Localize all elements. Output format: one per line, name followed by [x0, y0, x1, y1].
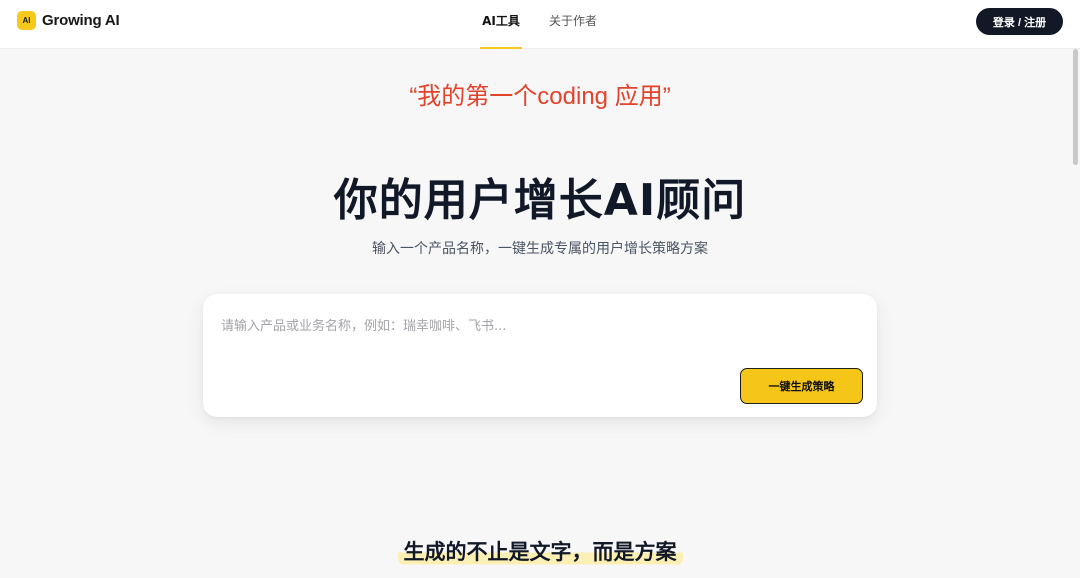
login-register-button[interactable]: 登录 / 注册: [976, 8, 1063, 35]
hero-title: 你的用户增长AI顾问: [333, 175, 747, 226]
hero-subtitle: 输入一个产品名称，一键生成专属的用户增长策略方案: [372, 241, 708, 257]
nav-tab-about-author-label: 关于作者: [548, 14, 597, 28]
nav-tab-ai-tools-label: AI工具: [482, 14, 520, 28]
top-navbar: AI Growing AI AI工具 关于作者 登录 / 注册: [0, 0, 1080, 49]
active-tab-underline: [480, 47, 522, 49]
page: AI Growing AI AI工具 关于作者 登录 / 注册 “我的第一个co…: [0, 0, 1080, 578]
section-heading: 生成的不止是文字，而是方案: [0, 536, 1080, 566]
section-heading-text: 生成的不止是文字，而是方案: [397, 536, 683, 566]
logo-badge: AI: [17, 11, 36, 30]
hero-tagline: “我的第一个coding 应用”: [409, 83, 671, 110]
generate-strategy-button[interactable]: 一键生成策略: [740, 368, 863, 404]
nav-tab-ai-tools[interactable]: AI工具: [480, 0, 522, 49]
brand-name: Growing AI: [42, 12, 120, 29]
product-input-card: 一键生成策略: [203, 294, 877, 417]
nav-tab-about-author[interactable]: 关于作者: [547, 0, 599, 49]
scrollbar[interactable]: [1071, 49, 1080, 578]
main-nav: AI工具 关于作者: [0, 0, 1080, 49]
brand[interactable]: AI Growing AI: [17, 11, 120, 30]
product-name-input[interactable]: [221, 312, 851, 340]
